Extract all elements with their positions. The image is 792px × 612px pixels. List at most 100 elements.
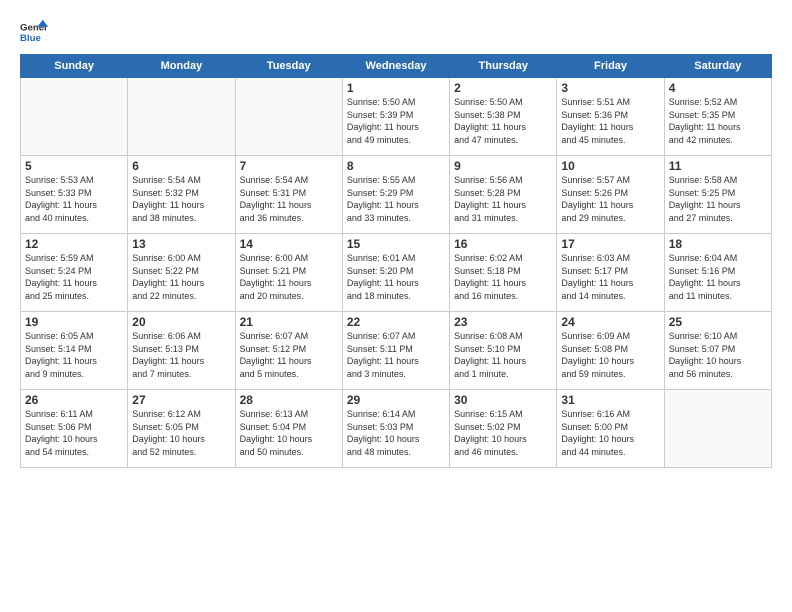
week-row-2: 5Sunrise: 5:53 AM Sunset: 5:33 PM Daylig… — [21, 156, 772, 234]
col-monday: Monday — [128, 55, 235, 78]
day-number: 1 — [347, 81, 445, 95]
day-cell: 20Sunrise: 6:06 AM Sunset: 5:13 PM Dayli… — [128, 312, 235, 390]
day-number: 18 — [669, 237, 767, 251]
day-number: 7 — [240, 159, 338, 173]
day-cell: 21Sunrise: 6:07 AM Sunset: 5:12 PM Dayli… — [235, 312, 342, 390]
day-info: Sunrise: 6:02 AM Sunset: 5:18 PM Dayligh… — [454, 252, 552, 302]
header-row: Sunday Monday Tuesday Wednesday Thursday… — [21, 55, 772, 78]
day-number: 24 — [561, 315, 659, 329]
day-info: Sunrise: 6:13 AM Sunset: 5:04 PM Dayligh… — [240, 408, 338, 458]
day-cell: 25Sunrise: 6:10 AM Sunset: 5:07 PM Dayli… — [664, 312, 771, 390]
day-number: 20 — [132, 315, 230, 329]
day-info: Sunrise: 5:55 AM Sunset: 5:29 PM Dayligh… — [347, 174, 445, 224]
day-info: Sunrise: 6:10 AM Sunset: 5:07 PM Dayligh… — [669, 330, 767, 380]
day-cell — [235, 78, 342, 156]
day-number: 16 — [454, 237, 552, 251]
day-cell: 11Sunrise: 5:58 AM Sunset: 5:25 PM Dayli… — [664, 156, 771, 234]
day-cell: 18Sunrise: 6:04 AM Sunset: 5:16 PM Dayli… — [664, 234, 771, 312]
day-info: Sunrise: 6:11 AM Sunset: 5:06 PM Dayligh… — [25, 408, 123, 458]
day-cell: 29Sunrise: 6:14 AM Sunset: 5:03 PM Dayli… — [342, 390, 449, 468]
header: General Blue — [20, 18, 772, 46]
day-number: 10 — [561, 159, 659, 173]
day-info: Sunrise: 6:09 AM Sunset: 5:08 PM Dayligh… — [561, 330, 659, 380]
day-info: Sunrise: 5:56 AM Sunset: 5:28 PM Dayligh… — [454, 174, 552, 224]
day-cell: 22Sunrise: 6:07 AM Sunset: 5:11 PM Dayli… — [342, 312, 449, 390]
day-info: Sunrise: 6:14 AM Sunset: 5:03 PM Dayligh… — [347, 408, 445, 458]
day-number: 6 — [132, 159, 230, 173]
day-number: 23 — [454, 315, 552, 329]
week-row-1: 1Sunrise: 5:50 AM Sunset: 5:39 PM Daylig… — [21, 78, 772, 156]
day-info: Sunrise: 6:01 AM Sunset: 5:20 PM Dayligh… — [347, 252, 445, 302]
day-cell: 31Sunrise: 6:16 AM Sunset: 5:00 PM Dayli… — [557, 390, 664, 468]
day-info: Sunrise: 6:04 AM Sunset: 5:16 PM Dayligh… — [669, 252, 767, 302]
day-number: 4 — [669, 81, 767, 95]
day-cell: 16Sunrise: 6:02 AM Sunset: 5:18 PM Dayli… — [450, 234, 557, 312]
day-cell: 7Sunrise: 5:54 AM Sunset: 5:31 PM Daylig… — [235, 156, 342, 234]
day-info: Sunrise: 5:57 AM Sunset: 5:26 PM Dayligh… — [561, 174, 659, 224]
week-row-3: 12Sunrise: 5:59 AM Sunset: 5:24 PM Dayli… — [21, 234, 772, 312]
week-row-4: 19Sunrise: 6:05 AM Sunset: 5:14 PM Dayli… — [21, 312, 772, 390]
day-number: 12 — [25, 237, 123, 251]
day-cell: 14Sunrise: 6:00 AM Sunset: 5:21 PM Dayli… — [235, 234, 342, 312]
day-cell: 8Sunrise: 5:55 AM Sunset: 5:29 PM Daylig… — [342, 156, 449, 234]
day-info: Sunrise: 6:12 AM Sunset: 5:05 PM Dayligh… — [132, 408, 230, 458]
day-info: Sunrise: 6:07 AM Sunset: 5:11 PM Dayligh… — [347, 330, 445, 380]
page-container: General Blue Sunday Monday Tuesday Wedne… — [0, 0, 792, 478]
day-info: Sunrise: 6:00 AM Sunset: 5:22 PM Dayligh… — [132, 252, 230, 302]
day-cell — [128, 78, 235, 156]
day-info: Sunrise: 6:03 AM Sunset: 5:17 PM Dayligh… — [561, 252, 659, 302]
calendar-body: 1Sunrise: 5:50 AM Sunset: 5:39 PM Daylig… — [21, 78, 772, 468]
day-cell: 10Sunrise: 5:57 AM Sunset: 5:26 PM Dayli… — [557, 156, 664, 234]
day-number: 5 — [25, 159, 123, 173]
day-number: 9 — [454, 159, 552, 173]
day-cell — [664, 390, 771, 468]
logo: General Blue — [20, 18, 48, 46]
day-info: Sunrise: 6:06 AM Sunset: 5:13 PM Dayligh… — [132, 330, 230, 380]
day-info: Sunrise: 6:08 AM Sunset: 5:10 PM Dayligh… — [454, 330, 552, 380]
day-cell: 4Sunrise: 5:52 AM Sunset: 5:35 PM Daylig… — [664, 78, 771, 156]
day-number: 11 — [669, 159, 767, 173]
day-cell: 15Sunrise: 6:01 AM Sunset: 5:20 PM Dayli… — [342, 234, 449, 312]
day-info: Sunrise: 5:51 AM Sunset: 5:36 PM Dayligh… — [561, 96, 659, 146]
day-cell: 1Sunrise: 5:50 AM Sunset: 5:39 PM Daylig… — [342, 78, 449, 156]
svg-text:Blue: Blue — [20, 33, 41, 44]
day-info: Sunrise: 5:53 AM Sunset: 5:33 PM Dayligh… — [25, 174, 123, 224]
col-thursday: Thursday — [450, 55, 557, 78]
day-number: 27 — [132, 393, 230, 407]
day-cell: 28Sunrise: 6:13 AM Sunset: 5:04 PM Dayli… — [235, 390, 342, 468]
day-info: Sunrise: 6:16 AM Sunset: 5:00 PM Dayligh… — [561, 408, 659, 458]
col-sunday: Sunday — [21, 55, 128, 78]
day-cell: 26Sunrise: 6:11 AM Sunset: 5:06 PM Dayli… — [21, 390, 128, 468]
day-number: 2 — [454, 81, 552, 95]
day-number: 22 — [347, 315, 445, 329]
day-cell: 13Sunrise: 6:00 AM Sunset: 5:22 PM Dayli… — [128, 234, 235, 312]
day-number: 29 — [347, 393, 445, 407]
week-row-5: 26Sunrise: 6:11 AM Sunset: 5:06 PM Dayli… — [21, 390, 772, 468]
day-cell: 2Sunrise: 5:50 AM Sunset: 5:38 PM Daylig… — [450, 78, 557, 156]
day-info: Sunrise: 5:52 AM Sunset: 5:35 PM Dayligh… — [669, 96, 767, 146]
day-info: Sunrise: 5:50 AM Sunset: 5:39 PM Dayligh… — [347, 96, 445, 146]
logo-icon: General Blue — [20, 18, 48, 46]
day-cell: 27Sunrise: 6:12 AM Sunset: 5:05 PM Dayli… — [128, 390, 235, 468]
day-number: 19 — [25, 315, 123, 329]
day-cell: 5Sunrise: 5:53 AM Sunset: 5:33 PM Daylig… — [21, 156, 128, 234]
col-tuesday: Tuesday — [235, 55, 342, 78]
day-number: 8 — [347, 159, 445, 173]
day-cell: 23Sunrise: 6:08 AM Sunset: 5:10 PM Dayli… — [450, 312, 557, 390]
day-info: Sunrise: 6:05 AM Sunset: 5:14 PM Dayligh… — [25, 330, 123, 380]
day-cell: 24Sunrise: 6:09 AM Sunset: 5:08 PM Dayli… — [557, 312, 664, 390]
day-number: 30 — [454, 393, 552, 407]
day-number: 15 — [347, 237, 445, 251]
col-wednesday: Wednesday — [342, 55, 449, 78]
day-number: 28 — [240, 393, 338, 407]
col-friday: Friday — [557, 55, 664, 78]
day-info: Sunrise: 6:00 AM Sunset: 5:21 PM Dayligh… — [240, 252, 338, 302]
day-cell: 17Sunrise: 6:03 AM Sunset: 5:17 PM Dayli… — [557, 234, 664, 312]
day-cell: 3Sunrise: 5:51 AM Sunset: 5:36 PM Daylig… — [557, 78, 664, 156]
day-number: 21 — [240, 315, 338, 329]
day-info: Sunrise: 6:15 AM Sunset: 5:02 PM Dayligh… — [454, 408, 552, 458]
day-number: 25 — [669, 315, 767, 329]
day-info: Sunrise: 5:54 AM Sunset: 5:32 PM Dayligh… — [132, 174, 230, 224]
calendar-table: Sunday Monday Tuesday Wednesday Thursday… — [20, 54, 772, 468]
day-cell: 6Sunrise: 5:54 AM Sunset: 5:32 PM Daylig… — [128, 156, 235, 234]
